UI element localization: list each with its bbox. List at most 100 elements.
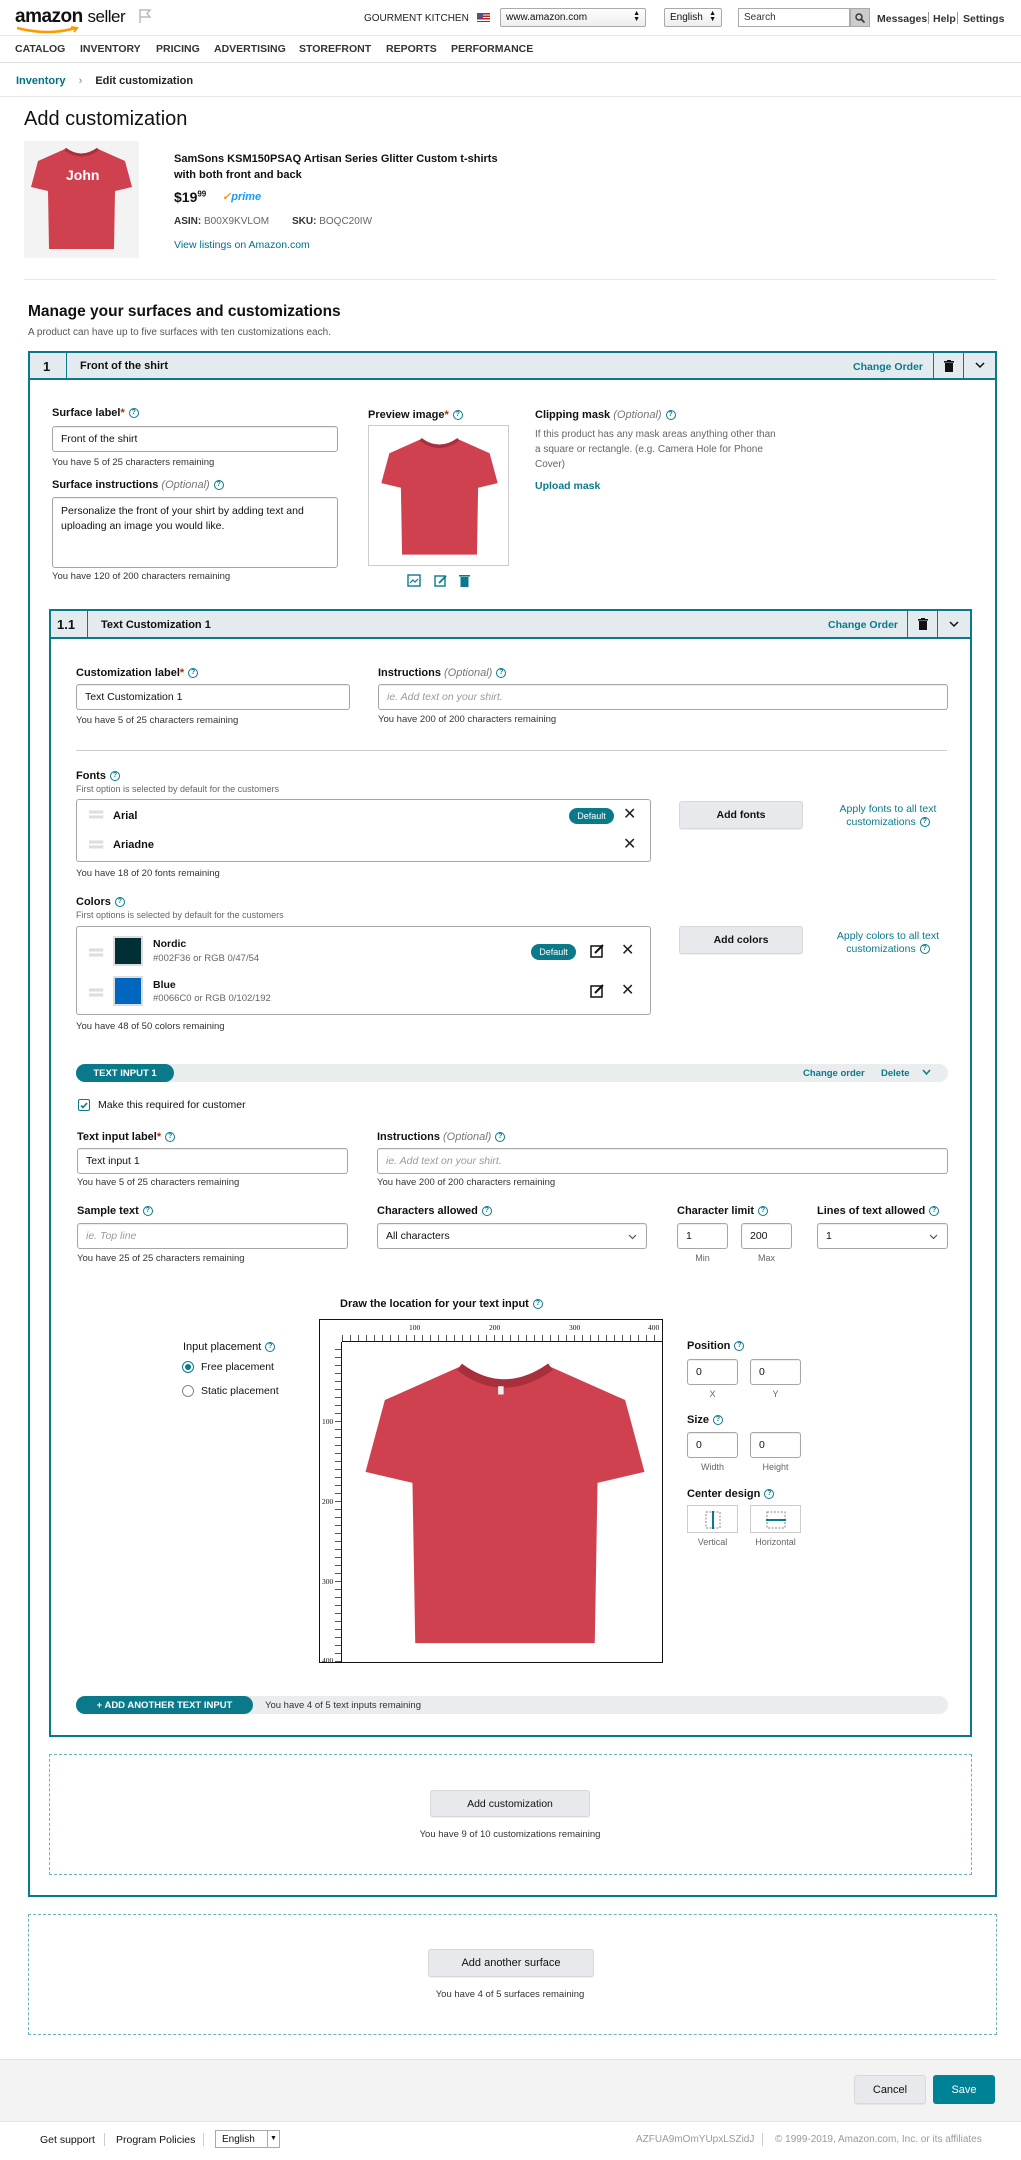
sample-text-input[interactable]: ie. Top line bbox=[77, 1223, 348, 1249]
add-surface-button[interactable]: Add another surface bbox=[428, 1949, 594, 1977]
height-input[interactable]: 0 bbox=[750, 1432, 801, 1458]
help-icon[interactable]: ? bbox=[665, 410, 676, 421]
save-button[interactable]: Save bbox=[933, 2075, 995, 2104]
help-icon[interactable]: ? bbox=[452, 410, 463, 421]
position-x-input[interactable]: 0 bbox=[687, 1359, 738, 1385]
help-icon[interactable]: ? bbox=[713, 1415, 724, 1426]
program-policies-link[interactable]: Program Policies bbox=[116, 2134, 195, 2146]
remove-color-icon[interactable]: ✕ bbox=[621, 983, 634, 999]
characters-allowed-select[interactable]: All characters bbox=[377, 1223, 647, 1249]
nav-inventory[interactable]: INVENTORY bbox=[80, 43, 141, 55]
static-placement-label[interactable]: Static placement bbox=[201, 1385, 279, 1397]
surface-delete-button[interactable] bbox=[933, 353, 963, 378]
amazon-seller-logo[interactable]: amazon seller bbox=[15, 6, 126, 28]
draw-canvas[interactable]: 100 200 300 400 100 200 300 400 bbox=[319, 1319, 663, 1665]
character-limit-max-input[interactable]: 200 bbox=[741, 1223, 792, 1249]
surface-label-input[interactable]: Front of the shirt bbox=[52, 426, 338, 452]
help-link[interactable]: Help bbox=[933, 13, 956, 25]
add-customization-button[interactable]: Add customization bbox=[430, 1790, 590, 1817]
chevron-down-icon[interactable] bbox=[922, 1069, 931, 1076]
help-icon[interactable]: ? bbox=[265, 1342, 276, 1353]
marketplace-select[interactable]: www.amazon.com ▲ ▼ bbox=[500, 8, 646, 27]
help-icon[interactable]: ? bbox=[734, 1341, 745, 1352]
remove-color-icon[interactable]: ✕ bbox=[621, 943, 634, 959]
character-limit-min-input[interactable]: 1 bbox=[677, 1223, 728, 1249]
nav-reports[interactable]: REPORTS bbox=[386, 43, 437, 55]
free-placement-radio[interactable] bbox=[182, 1361, 194, 1373]
required-label[interactable]: Make this required for customer bbox=[98, 1099, 246, 1111]
nav-storefront[interactable]: STOREFRONT bbox=[299, 43, 371, 55]
center-vertical-button[interactable] bbox=[687, 1505, 738, 1533]
edit-color-icon[interactable] bbox=[590, 944, 605, 958]
help-icon[interactable]: ? bbox=[929, 1206, 940, 1217]
help-icon[interactable]: ? bbox=[188, 668, 199, 679]
customization-label-input[interactable]: Text Customization 1 bbox=[76, 684, 350, 710]
search-button[interactable] bbox=[850, 8, 870, 27]
delete-image-icon[interactable] bbox=[459, 574, 470, 587]
settings-link[interactable]: Settings bbox=[963, 13, 1004, 25]
help-icon[interactable]: ? bbox=[481, 1206, 492, 1217]
edit-image-icon[interactable] bbox=[434, 574, 448, 587]
help-icon[interactable]: ? bbox=[109, 771, 120, 782]
flag-icon[interactable] bbox=[138, 8, 152, 24]
edit-color-icon[interactable] bbox=[590, 984, 605, 998]
store-name[interactable]: GOURMENT KITCHEN bbox=[364, 13, 469, 24]
nav-catalog[interactable]: CATALOG bbox=[15, 43, 65, 55]
add-colors-button[interactable]: Add colors bbox=[679, 926, 803, 954]
drag-handle-icon[interactable]: ══ ══ bbox=[89, 838, 103, 853]
customization-collapse-button[interactable] bbox=[937, 611, 970, 637]
free-placement-label[interactable]: Free placement bbox=[201, 1361, 274, 1373]
help-icon[interactable]: ? bbox=[919, 817, 930, 828]
required-checkbox[interactable] bbox=[78, 1099, 90, 1111]
apply-colors-link[interactable]: Apply colors to all text customizations? bbox=[823, 930, 953, 956]
add-fonts-button[interactable]: Add fonts bbox=[679, 801, 803, 829]
surface-collapse-button[interactable] bbox=[963, 353, 995, 378]
static-placement-radio[interactable] bbox=[182, 1385, 194, 1397]
help-icon[interactable]: ? bbox=[764, 1489, 775, 1500]
nav-performance[interactable]: PERFORMANCE bbox=[451, 43, 533, 55]
view-listings-link[interactable]: View listings on Amazon.com bbox=[174, 239, 310, 251]
customization-delete-button[interactable] bbox=[907, 611, 937, 637]
product-name[interactable]: SamSons KSM150PSAQ Artisan Series Glitte… bbox=[174, 151, 514, 183]
breadcrumb-inventory[interactable]: Inventory bbox=[16, 75, 66, 87]
add-another-text-input-button[interactable]: + ADD ANOTHER TEXT INPUT bbox=[76, 1696, 253, 1714]
help-icon[interactable]: ? bbox=[919, 944, 930, 955]
nav-advertising[interactable]: ADVERTISING bbox=[214, 43, 286, 55]
center-horizontal-button[interactable] bbox=[750, 1505, 801, 1533]
remove-font-icon[interactable]: ✕ bbox=[623, 807, 636, 823]
remove-font-icon[interactable]: ✕ bbox=[623, 837, 636, 853]
upload-mask-link[interactable]: Upload mask bbox=[535, 480, 600, 492]
language-select[interactable]: English ▲ ▼ bbox=[664, 8, 722, 27]
width-input[interactable]: 0 bbox=[687, 1432, 738, 1458]
help-icon[interactable]: ? bbox=[165, 1132, 176, 1143]
get-support-link[interactable]: Get support bbox=[40, 2134, 95, 2146]
text-input-delete[interactable]: Delete bbox=[881, 1068, 910, 1079]
help-icon[interactable]: ? bbox=[114, 897, 125, 908]
drag-handle-icon[interactable]: ══ ══ bbox=[89, 808, 103, 823]
drag-handle-icon[interactable]: ══ ══ bbox=[89, 986, 103, 1001]
help-icon[interactable]: ? bbox=[532, 1299, 543, 1310]
search-input[interactable]: Search bbox=[738, 8, 850, 27]
help-icon[interactable]: ? bbox=[496, 668, 507, 679]
help-icon[interactable]: ? bbox=[758, 1206, 769, 1217]
customization-change-order[interactable]: Change Order bbox=[828, 619, 898, 631]
cancel-button[interactable]: Cancel bbox=[854, 2075, 926, 2104]
help-icon[interactable]: ? bbox=[128, 408, 139, 419]
replace-image-icon[interactable] bbox=[407, 574, 421, 587]
position-y-input[interactable]: 0 bbox=[750, 1359, 801, 1385]
surface-instructions-textarea[interactable]: Personalize the front of your shirt by a… bbox=[52, 497, 338, 568]
drag-handle-icon[interactable]: ══ ══ bbox=[89, 946, 103, 961]
text-input-instructions-input[interactable]: ie. Add text on your shirt. bbox=[377, 1148, 948, 1174]
help-icon[interactable]: ? bbox=[213, 480, 224, 491]
customization-instructions-input[interactable]: ie. Add text on your shirt. bbox=[378, 684, 948, 710]
nav-pricing[interactable]: PRICING bbox=[156, 43, 200, 55]
surface-change-order[interactable]: Change Order bbox=[853, 361, 923, 373]
text-input-label-input[interactable]: Text input 1 bbox=[77, 1148, 348, 1174]
apply-fonts-link[interactable]: Apply fonts to all text customizations? bbox=[823, 803, 953, 829]
footer-language-select[interactable]: English ▼ bbox=[215, 2130, 280, 2148]
help-icon[interactable]: ? bbox=[142, 1206, 153, 1217]
messages-link[interactable]: Messages bbox=[877, 13, 927, 25]
lines-allowed-select[interactable]: 1 bbox=[817, 1223, 948, 1249]
help-icon[interactable]: ? bbox=[495, 1132, 506, 1143]
text-input-change-order[interactable]: Change order bbox=[803, 1068, 865, 1079]
